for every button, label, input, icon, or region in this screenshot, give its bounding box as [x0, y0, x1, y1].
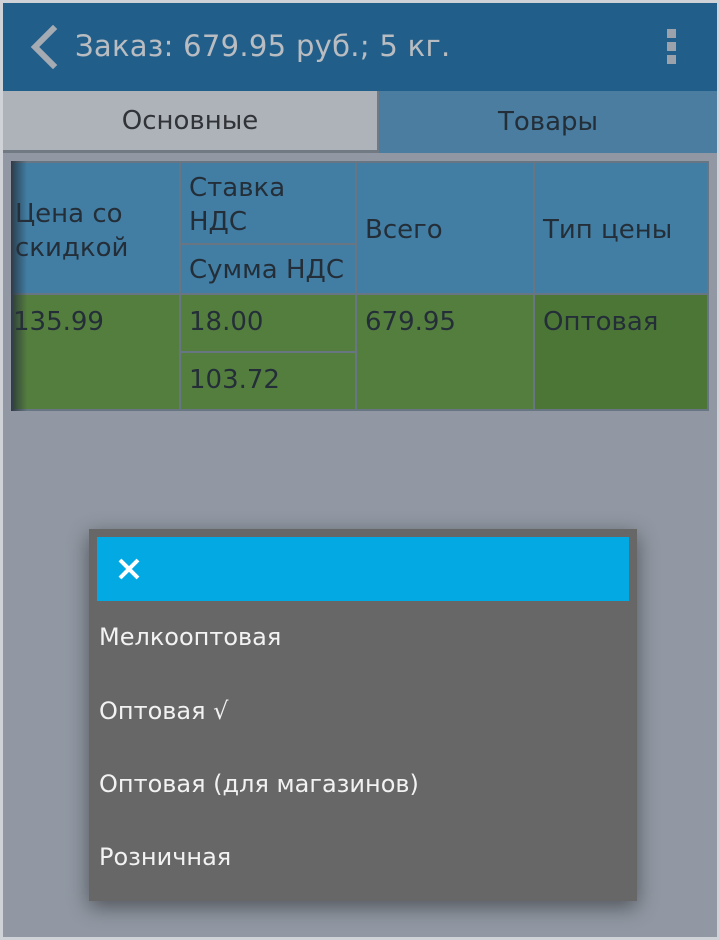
dialog-header — [97, 537, 629, 601]
option-retail[interactable]: Розничная — [99, 827, 627, 887]
option-wholesale[interactable]: Оптовая √ — [99, 681, 627, 741]
option-small-wholesale[interactable]: Мелкооптовая — [99, 607, 627, 667]
screen: Заказ: 679.95 руб.; 5 кг. Основные Товар… — [0, 0, 720, 940]
price-type-dialog: Мелкооптовая Оптовая √ Оптовая (для мага… — [89, 529, 637, 901]
close-icon[interactable] — [117, 557, 141, 581]
option-wholesale-stores[interactable]: Оптовая (для магазинов) — [99, 754, 627, 814]
